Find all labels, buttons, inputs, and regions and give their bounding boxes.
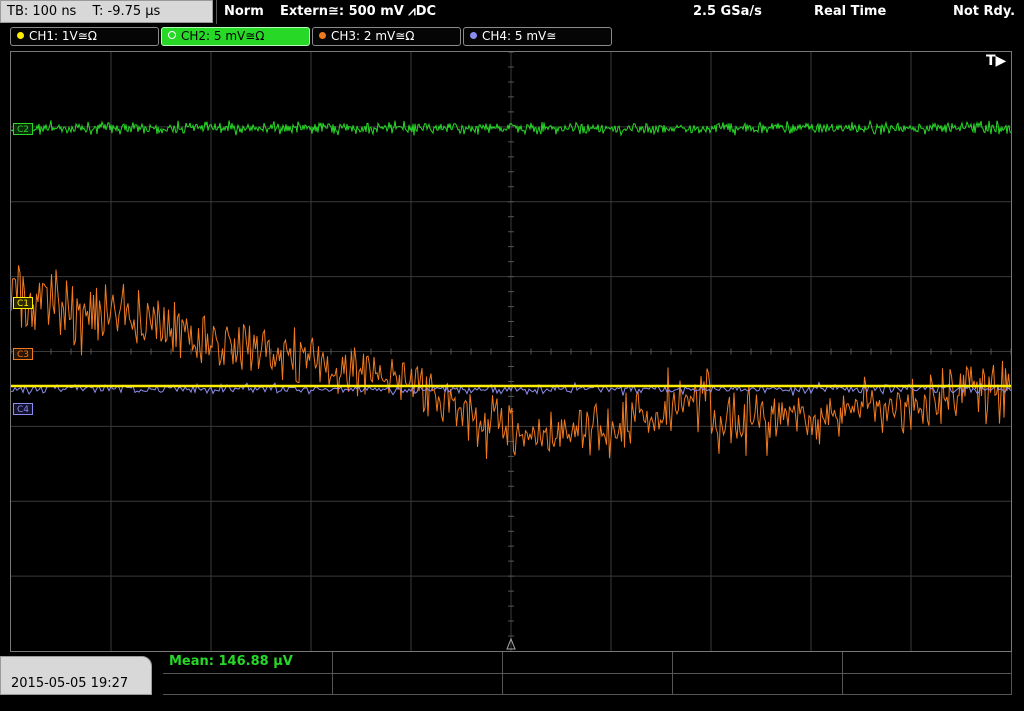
trigger-time-label: T: -9.75 µs: [92, 4, 161, 19]
sample-rate[interactable]: 2.5 GSa/s: [693, 0, 762, 24]
trigger-source[interactable]: Extern≅: 500 mV ⩘DC: [280, 0, 436, 24]
datetime-label: 2015-05-05 19:27: [11, 676, 129, 691]
channel-3-label: CH3: 2 mV≅Ω: [331, 29, 415, 43]
measurement-cell[interactable]: [503, 652, 673, 674]
measurement-cell[interactable]: [843, 674, 1012, 695]
acquisition-status: Not Rdy.: [953, 4, 1016, 19]
trigger-position-icon: T▶: [986, 53, 1007, 69]
channel-bar: CH1: 1V≅Ω CH2: 5 mV≅Ω CH3: 2 mV≅Ω CH4: 5…: [0, 25, 1024, 49]
measurement-cell[interactable]: [163, 674, 333, 695]
divider: [216, 0, 217, 24]
channel-4-dot-icon: [470, 32, 477, 39]
waveform-display[interactable]: [10, 51, 1012, 652]
channel-2-offset-marker[interactable]: C2: [13, 123, 34, 135]
mean-measurement: Mean: 146.88 µV: [169, 654, 293, 669]
measurement-cell[interactable]: [673, 652, 843, 674]
measurement-cell[interactable]: [503, 674, 673, 695]
timebase-label: TB: 100 ns: [7, 4, 77, 19]
channel-4-offset-marker[interactable]: C4: [13, 403, 34, 415]
measurement-cell[interactable]: [333, 652, 503, 674]
channel-4-label: CH4: 5 mV≅: [482, 29, 557, 43]
acquisition-mode[interactable]: Real Time: [814, 0, 886, 24]
top-status-bar: TB: 100 ns T: -9.75 µs Norm Extern≅: 500…: [0, 0, 1024, 24]
footer: 2015-05-05 19:27 Mean: 146.88 µV: [0, 652, 1024, 695]
channel-3-dot-icon: [319, 32, 326, 39]
measurement-table[interactable]: Mean: 146.88 µV: [163, 652, 1012, 695]
timebase-box[interactable]: TB: 100 ns T: -9.75 µs: [0, 0, 213, 23]
channel-3-offset-marker[interactable]: C3: [13, 348, 34, 360]
channel-2-dot-icon: [168, 31, 176, 39]
measurement-cell[interactable]: [333, 674, 503, 695]
channel-1-tab[interactable]: CH1: 1V≅Ω: [10, 27, 159, 46]
channel-2-tab[interactable]: CH2: 5 mV≅Ω: [161, 27, 310, 46]
channel-1-label: CH1: 1V≅Ω: [29, 29, 97, 43]
measurement-cell[interactable]: [843, 652, 1012, 674]
channel-1-dot-icon: [17, 32, 24, 39]
measurement-cell[interactable]: Mean: 146.88 µV: [163, 652, 333, 674]
waveform-canvas: [11, 52, 1011, 651]
datetime-box: 2015-05-05 19:27: [0, 656, 152, 695]
channel-3-tab[interactable]: CH3: 2 mV≅Ω: [312, 27, 461, 46]
channel-1-offset-marker[interactable]: C1: [13, 297, 34, 309]
trigger-mode[interactable]: Norm: [224, 0, 264, 24]
channel-2-label: CH2: 5 mV≅Ω: [181, 29, 265, 43]
channel-4-tab[interactable]: CH4: 5 mV≅: [463, 27, 612, 46]
measurement-cell[interactable]: [673, 674, 843, 695]
